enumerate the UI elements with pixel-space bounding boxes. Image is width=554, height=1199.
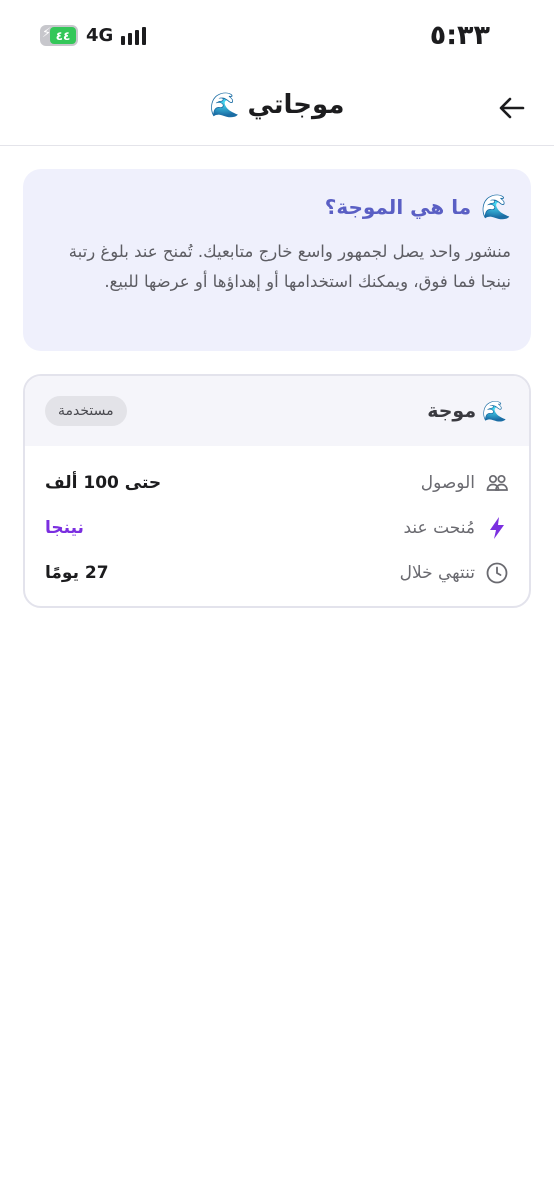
detail-value: حتى 100 ألف <box>45 472 162 493</box>
rank-value: نينجا <box>45 517 84 538</box>
bolt-icon <box>485 516 509 540</box>
detail-value: 27 يومًا <box>45 562 109 583</box>
network-label: 4G <box>86 25 114 46</box>
wave-details: الوصول حتى 100 ألف مُنحت عند نينجا تنتهي… <box>25 446 529 595</box>
header-title-group: موجاتي 🌊 <box>0 90 554 120</box>
wave-card-header: 🌊 موجة مستخدمة <box>25 376 529 446</box>
wave-emoji-icon: 🌊 <box>481 193 511 221</box>
signal-icon <box>121 26 147 45</box>
wave-card-title: موجة <box>427 400 477 422</box>
detail-row-expires: تنتهي خلال 27 يومًا <box>45 550 509 595</box>
info-title: ما هي الموجة؟ <box>324 195 472 219</box>
detail-label-group: الوصول <box>421 471 509 495</box>
wave-card-title-row: 🌊 موجة <box>427 400 507 422</box>
wave-page: ⚡ ٤٤ 4G ٥:٣٣ موجاتي 🌊 🌊 ما هي الموجة؟ من… <box>0 0 554 1199</box>
battery-level: ٤٤ <box>50 27 76 44</box>
wave-emoji-icon: 🌊 <box>209 91 240 119</box>
detail-row-granted: مُنحت عند نينجا <box>45 505 509 550</box>
status-time: ٥:٣٣ <box>429 20 490 51</box>
status-bar: ⚡ ٤٤ 4G ٥:٣٣ <box>0 0 554 72</box>
users-icon <box>485 471 509 495</box>
detail-label: مُنحت عند <box>403 517 475 538</box>
charging-icon: ⚡ <box>42 26 52 41</box>
detail-label: تنتهي خلال <box>399 562 475 583</box>
wave-emoji-icon: 🌊 <box>482 399 507 423</box>
wave-card[interactable]: 🌊 موجة مستخدمة الوصول حتى 100 ألف مُنحت … <box>23 374 531 608</box>
detail-label-group: مُنحت عند <box>403 516 509 540</box>
status-badge: مستخدمة <box>45 396 127 426</box>
page-title: موجاتي <box>247 90 345 120</box>
info-description: منشور واحد يصل لجمهور واسع خارج متابعيك.… <box>68 242 511 291</box>
status-indicators: ⚡ ٤٤ 4G <box>40 25 147 46</box>
info-box: 🌊 ما هي الموجة؟ منشور واحد يصل لجمهور وا… <box>23 169 531 351</box>
detail-label-group: تنتهي خلال <box>400 561 509 585</box>
detail-label: الوصول <box>420 472 475 493</box>
header: موجاتي 🌊 <box>0 72 554 146</box>
battery-icon: ⚡ ٤٤ <box>40 25 78 46</box>
info-title-row: 🌊 ما هي الموجة؟ <box>43 195 511 219</box>
clock-icon <box>485 561 509 585</box>
detail-row-reach: الوصول حتى 100 ألف <box>45 460 509 505</box>
